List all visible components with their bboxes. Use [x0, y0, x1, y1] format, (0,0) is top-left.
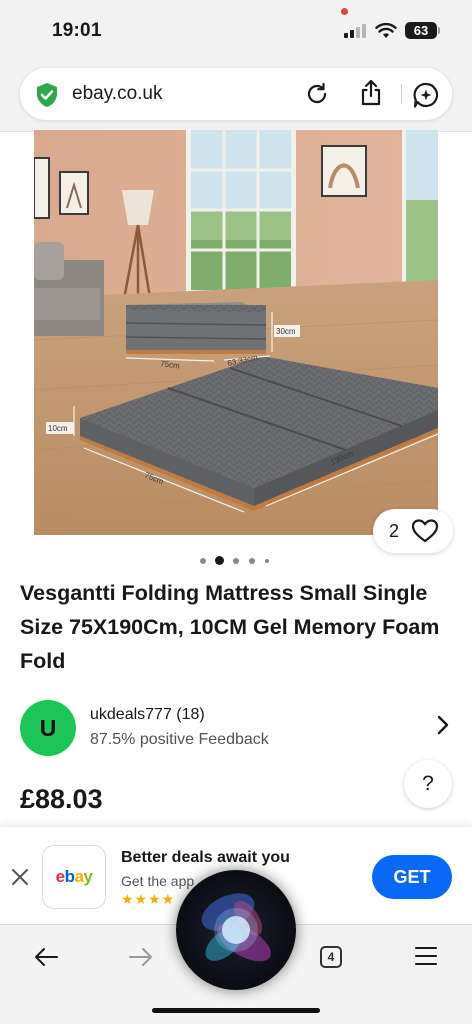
watch-button[interactable]: 2: [373, 509, 453, 553]
forward-arrow-icon[interactable]: [128, 945, 154, 969]
tabs-icon[interactable]: 4: [320, 946, 342, 968]
reload-icon[interactable]: [304, 81, 330, 107]
menu-icon[interactable]: [414, 946, 438, 966]
carousel-dot[interactable]: [233, 558, 239, 564]
carousel-dot[interactable]: [265, 559, 269, 563]
product-price: £88.03: [20, 784, 103, 814]
status-time: 19:01: [52, 20, 102, 41]
ai-assistant-icon[interactable]: [412, 81, 440, 109]
battery-icon: 63: [405, 22, 437, 39]
carousel-dot[interactable]: [249, 558, 255, 564]
carousel-dot-active[interactable]: [215, 556, 224, 565]
status-bar: 19:01 63: [0, 0, 472, 62]
siri-glow-icon: [201, 893, 271, 962]
seller-feedback: 87.5% positive Feedback: [90, 731, 269, 748]
siri-orb-icon[interactable]: [176, 870, 296, 990]
rating-stars-icon: ★★★★: [121, 891, 176, 907]
logo-letter: e: [55, 867, 65, 886]
url-divider: [401, 84, 402, 104]
carousel-dot[interactable]: [200, 558, 206, 564]
help-button[interactable]: ?: [404, 760, 452, 808]
seller-row[interactable]: U ukdeals777 (18) 87.5% positive Feedbac…: [0, 690, 472, 764]
seller-avatar: U: [20, 700, 76, 756]
dim-height-folded: 30cm: [276, 327, 296, 336]
chevron-right-icon: [437, 715, 449, 735]
url-text[interactable]: ebay.co.uk: [72, 83, 162, 105]
signal-icon: [344, 24, 370, 38]
product-title: Vesgantti Folding Mattress Small Single …: [20, 581, 440, 673]
back-arrow-icon[interactable]: [33, 945, 59, 969]
banner-title: Better deals await you: [121, 849, 290, 866]
home-indicator[interactable]: [152, 1008, 320, 1013]
heart-icon: [411, 519, 439, 543]
product-image[interactable]: 30cm 75cm 63.33cm 10cm 75cm 190cm: [34, 130, 438, 535]
watch-count: 2: [389, 521, 400, 541]
wifi-icon: [375, 22, 397, 38]
shield-check-icon: [37, 83, 57, 107]
dim-thickness: 10cm: [48, 424, 68, 433]
mattress-photo: 30cm 75cm 63.33cm 10cm 75cm 190cm: [34, 130, 438, 535]
battery-tip: [438, 27, 440, 34]
seller-name: ukdeals777 (18): [90, 706, 205, 723]
ebay-logo: ebay: [42, 845, 106, 909]
recording-indicator-icon: [341, 8, 348, 15]
logo-letter: b: [64, 867, 75, 886]
close-icon[interactable]: [10, 867, 30, 887]
address-bar[interactable]: ebay.co.uk: [20, 68, 452, 120]
browser-url-area: ebay.co.uk: [0, 62, 472, 132]
logo-letter: y: [83, 867, 93, 886]
image-carousel-dots[interactable]: [196, 555, 280, 567]
get-app-button[interactable]: GET: [372, 855, 452, 899]
share-icon[interactable]: [358, 79, 384, 107]
banner-subtitle: Get the app: [121, 873, 195, 889]
